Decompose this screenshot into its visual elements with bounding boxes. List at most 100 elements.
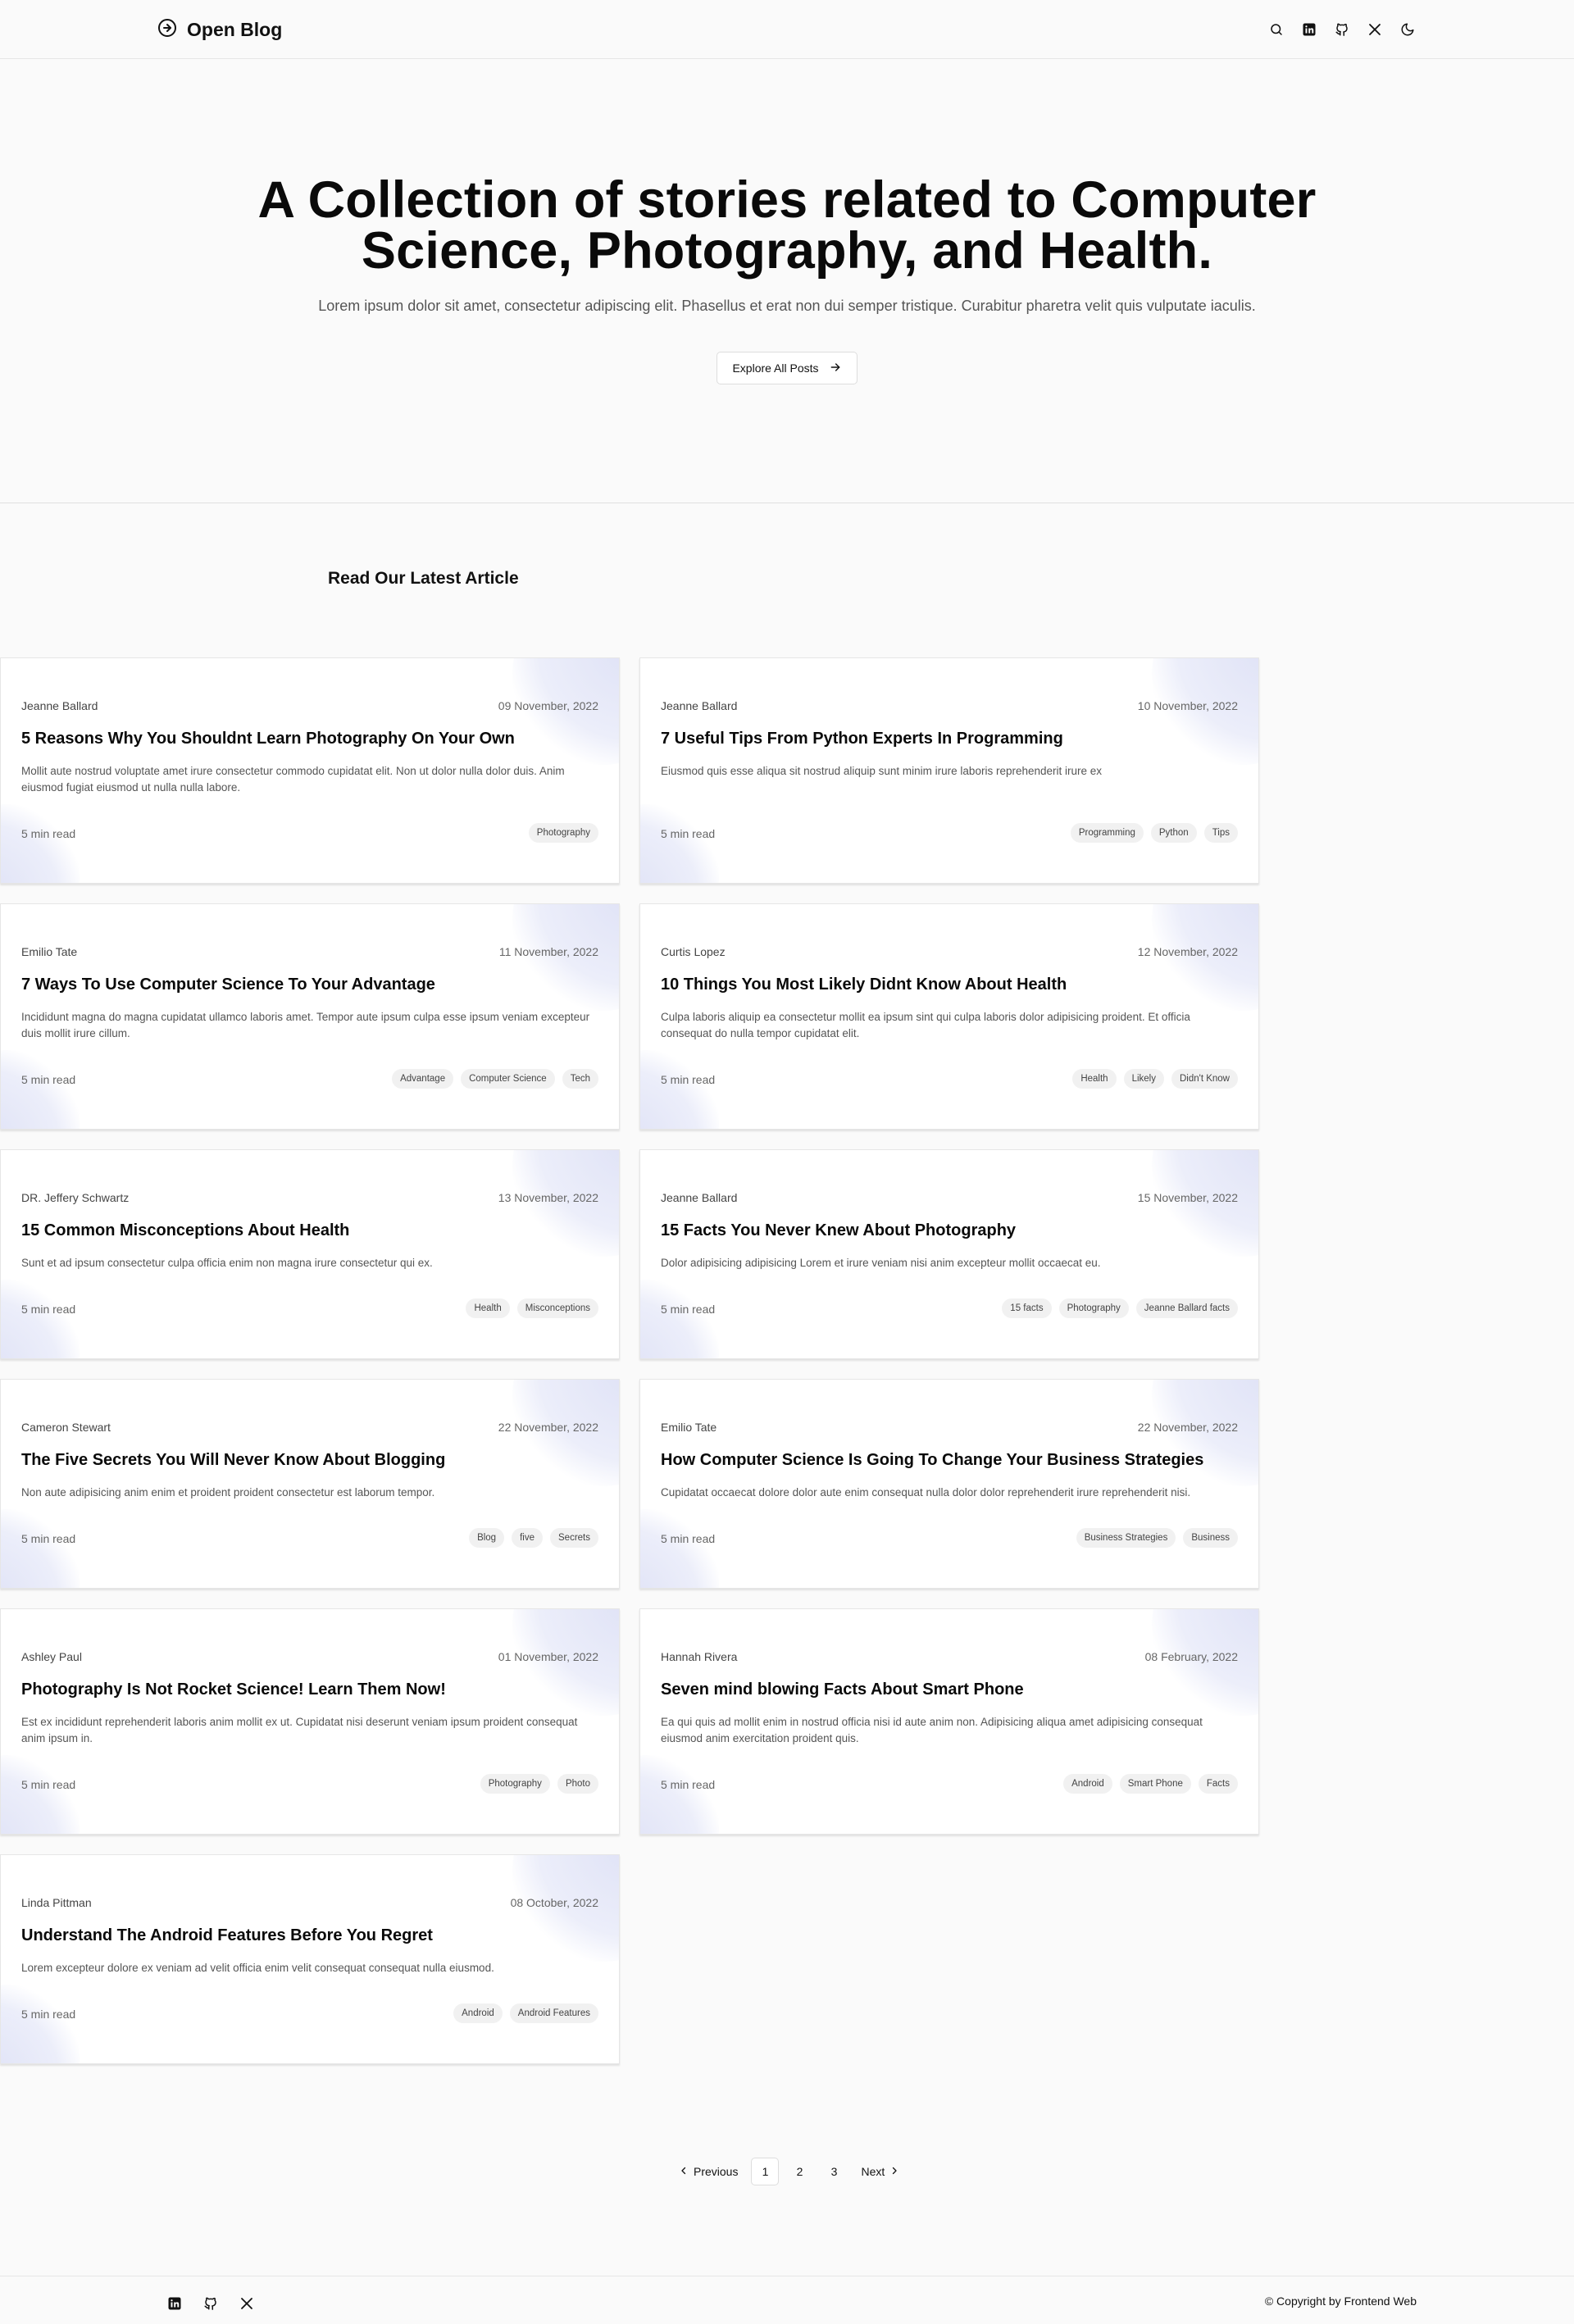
tag[interactable]: Photo — [557, 1774, 598, 1794]
tag[interactable]: Business — [1183, 1528, 1238, 1548]
hero-title: A Collection of stories related to Compu… — [257, 171, 1317, 280]
article-date: 01 November, 2022 — [498, 1650, 598, 1663]
brand-link[interactable]: Open Blog — [157, 15, 282, 44]
article-card[interactable]: Curtis Lopez 12 November, 2022 10 Things… — [639, 903, 1259, 1130]
tag[interactable]: Business Strategies — [1076, 1528, 1176, 1548]
article-card[interactable]: Linda Pittman 08 October, 2022 Understan… — [0, 1854, 620, 2064]
tag[interactable]: Photography — [1058, 1298, 1129, 1318]
page-button[interactable]: 3 — [820, 2158, 848, 2185]
article-title[interactable]: 7 Useful Tips From Python Experts In Pro… — [661, 730, 1235, 748]
footer-social-links — [166, 2294, 256, 2313]
card-decoration — [640, 1509, 719, 1588]
tag[interactable]: five — [512, 1528, 543, 1548]
tag[interactable]: Facts — [1198, 1774, 1238, 1794]
tag[interactable]: Android — [453, 2003, 503, 2023]
article-card[interactable]: Jeanne Ballard 15 November, 2022 15 Fact… — [639, 1149, 1259, 1359]
article-description: Dolor adipisicing adipisicing Lorem et i… — [661, 1257, 1101, 1269]
tag[interactable]: Health — [466, 1298, 510, 1318]
card-decoration — [1, 1755, 80, 1834]
tag[interactable]: Secrets — [550, 1528, 598, 1548]
tag[interactable]: Blog — [469, 1528, 505, 1548]
article-description: Cupidatat occaecat dolore dolor aute eni… — [661, 1486, 1191, 1499]
card-decoration — [1, 1509, 80, 1588]
article-title[interactable]: Photography Is Not Rocket Science! Learn… — [21, 1680, 595, 1699]
article-author: Emilio Tate — [661, 1421, 717, 1434]
next-page-button[interactable]: Next — [854, 2158, 906, 2185]
tag[interactable]: Misconceptions — [516, 1298, 598, 1318]
article-card[interactable]: Jeanne Ballard 10 November, 2022 7 Usefu… — [639, 657, 1259, 884]
tag[interactable]: Python — [1150, 823, 1197, 843]
pagination: Previous 1 2 3 Next — [672, 2158, 906, 2185]
hero-section: A Collection of stories related to Compu… — [0, 60, 1574, 503]
moon-icon[interactable] — [1399, 20, 1417, 39]
article-card[interactable]: DR. Jeffery Schwartz 13 November, 2022 1… — [0, 1149, 620, 1359]
card-decoration — [640, 804, 719, 883]
article-card[interactable]: Ashley Paul 01 November, 2022 Photograph… — [0, 1608, 620, 1835]
article-date: 08 October, 2022 — [510, 1896, 598, 1909]
article-card[interactable]: Cameron Stewart 22 November, 2022 The Fi… — [0, 1379, 620, 1589]
article-card[interactable]: Jeanne Ballard 09 November, 2022 5 Reaso… — [0, 657, 620, 884]
article-title[interactable]: How Computer Science Is Going To Change … — [661, 1451, 1235, 1470]
read-time: 5 min read — [21, 1778, 76, 1791]
read-time: 5 min read — [21, 1532, 76, 1545]
tag[interactable]: Advantage — [392, 1069, 454, 1089]
tag[interactable]: Photography — [528, 823, 598, 843]
page-button[interactable]: 2 — [785, 2158, 813, 2185]
article-description: Mollit aute nostrud voluptate amet irure… — [21, 765, 565, 794]
previous-label: Previous — [694, 2165, 739, 2178]
chevron-left-icon — [679, 2165, 689, 2178]
tag-list: Photography Photo — [480, 1774, 598, 1794]
article-description: Non aute adipisicing anim enim et proide… — [21, 1486, 435, 1499]
tag[interactable]: Likely — [1123, 1069, 1164, 1089]
article-title[interactable]: Understand The Android Features Before Y… — [21, 1926, 595, 1945]
tag[interactable]: Health — [1072, 1069, 1117, 1089]
article-title[interactable]: Seven mind blowing Facts About Smart Pho… — [661, 1680, 1235, 1699]
github-icon[interactable] — [202, 2294, 220, 2313]
card-decoration — [1, 1050, 80, 1129]
linkedin-icon[interactable] — [1300, 20, 1318, 39]
explore-all-posts-button[interactable]: Explore All Posts — [716, 352, 858, 384]
tag[interactable]: Computer Science — [461, 1069, 555, 1089]
article-title[interactable]: 10 Things You Most Likely Didnt Know Abo… — [661, 976, 1235, 994]
hero-subtitle: Lorem ipsum dolor sit amet, consectetur … — [318, 298, 1256, 314]
tag[interactable]: Jeanne Ballard facts — [1135, 1298, 1238, 1318]
tag[interactable]: Tips — [1203, 823, 1238, 843]
article-title[interactable]: 15 Facts You Never Knew About Photograph… — [661, 1221, 1235, 1240]
article-card[interactable]: Hannah Rivera 08 February, 2022 Seven mi… — [639, 1608, 1259, 1835]
x-icon[interactable] — [238, 2294, 256, 2313]
tag-list: Health Misconceptions — [466, 1298, 598, 1318]
x-icon[interactable] — [1366, 20, 1384, 39]
tag-list: Programming Python Tips — [1070, 823, 1238, 843]
article-title[interactable]: 15 Common Misconceptions About Health — [21, 1221, 595, 1240]
card-decoration — [640, 1755, 719, 1834]
article-author: Jeanne Ballard — [21, 699, 98, 712]
search-icon[interactable] — [1267, 20, 1285, 39]
article-author: Ashley Paul — [21, 1650, 82, 1663]
tag[interactable]: Smart Phone — [1119, 1774, 1191, 1794]
tag[interactable]: 15 facts — [1002, 1298, 1052, 1318]
tag-list: Blog five Secrets — [469, 1528, 598, 1548]
explore-button-label: Explore All Posts — [732, 362, 819, 375]
article-date: 22 November, 2022 — [498, 1421, 598, 1434]
previous-page-button[interactable]: Previous — [672, 2158, 744, 2185]
page-button[interactable]: 1 — [751, 2158, 780, 2185]
article-card[interactable]: Emilio Tate 22 November, 2022 How Comput… — [639, 1379, 1259, 1589]
article-title[interactable]: The Five Secrets You Will Never Know Abo… — [21, 1451, 595, 1470]
read-time: 5 min read — [661, 1532, 716, 1545]
tag[interactable]: Programming — [1070, 823, 1144, 843]
github-icon[interactable] — [1333, 20, 1351, 39]
tag[interactable]: Didn't Know — [1171, 1069, 1238, 1089]
article-card[interactable]: Emilio Tate 11 November, 2022 7 Ways To … — [0, 903, 620, 1130]
linkedin-icon[interactable] — [166, 2294, 184, 2313]
article-title[interactable]: 7 Ways To Use Computer Science To Your A… — [21, 976, 595, 994]
tag[interactable]: Tech — [562, 1069, 598, 1089]
article-date: 08 February, 2022 — [1144, 1650, 1238, 1663]
card-decoration — [1, 804, 80, 883]
article-description: Incididunt magna do magna cupidatat ulla… — [21, 1011, 590, 1039]
card-decoration — [640, 1280, 719, 1358]
tag[interactable]: Android — [1063, 1774, 1112, 1794]
tag[interactable]: Android Features — [509, 2003, 598, 2023]
article-title[interactable]: 5 Reasons Why You Shouldnt Learn Photogr… — [21, 730, 595, 748]
section-title: Read Our Latest Article — [328, 569, 519, 588]
tag[interactable]: Photography — [480, 1774, 550, 1794]
